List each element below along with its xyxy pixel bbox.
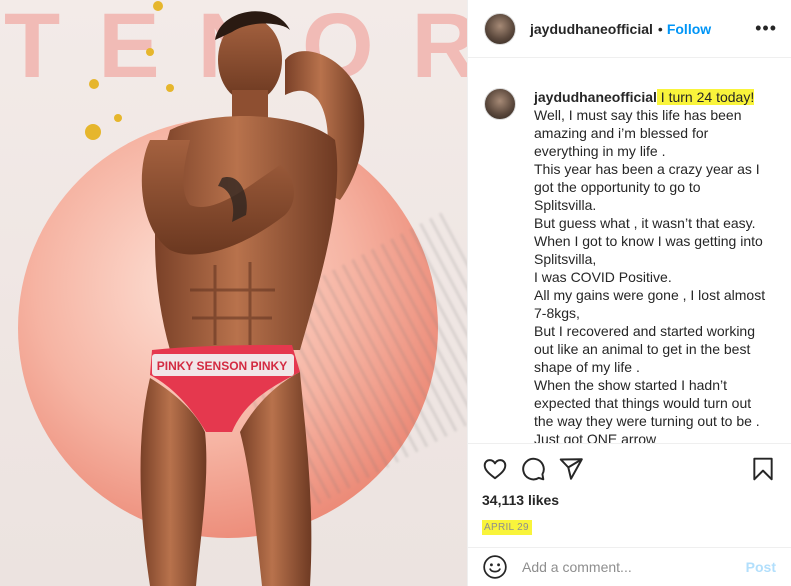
separator-dot: • [657,20,663,37]
follow-button[interactable]: Follow [667,21,711,37]
instagram-post: TENOR [0,0,791,586]
action-icons [482,456,776,482]
post-image[interactable]: TENOR [0,0,467,586]
caption-line: I was COVID Positive. [534,269,672,285]
caption-line: out like an animal to get in the best [534,341,751,357]
comment-icon[interactable] [520,456,546,482]
comment-input[interactable] [522,559,746,575]
caption-line: Splitsvilla, [534,251,597,267]
header-username[interactable]: jaydudhaneofficial [530,21,653,37]
caption-line: the way they were turning out to be . [534,413,760,429]
add-comment-bar: Post [468,547,791,586]
caption-line: got the opportunity to go to [534,179,701,195]
caption-username[interactable]: jaydudhaneofficial [534,89,657,105]
caption-line: everything in my life . [534,143,666,159]
model-illustration: PINKY SENSON PINKY [85,1,365,586]
heart-icon[interactable] [482,456,508,482]
waistband-text: PINKY SENSON PINKY [157,359,287,373]
caption-line: Just got ONE arrow [534,431,657,443]
emoji-icon[interactable] [482,554,508,580]
caption-line: This year has been a crazy year as I [534,161,760,177]
caption-line: expected that things would turn out [534,395,752,411]
caption-area: jaydudhaneofficial I turn 24 today! Well… [468,58,791,443]
caption-line: But guess what , it wasn’t that easy. [534,215,756,231]
post-comment-button[interactable]: Post [746,559,776,575]
avatar[interactable] [484,12,516,45]
post-date[interactable]: APRIL 29 [482,520,532,535]
post-sidebar: jaydudhaneofficial • Follow ••• jaydudha… [467,0,791,586]
caption-line: But I recovered and started working [534,323,756,339]
caption-line: Well, I must say this life has been [534,107,742,123]
likes-count[interactable]: 34,113 likes [482,492,776,508]
caption-line: shape of my life . [534,359,640,375]
caption-text: jaydudhaneofficial I turn 24 today! Well… [534,88,774,443]
caption-line: Splitsvilla. [534,197,597,213]
caption-line: 7-8kgs, [534,305,580,321]
caption-highlight: I turn 24 today! [656,89,755,105]
more-options-icon[interactable]: ••• [755,18,777,39]
caption-line: amazing and i’m blessed for [534,125,709,141]
caption-line: All my gains were gone , I lost almost [534,287,766,303]
post-header: jaydudhaneofficial • Follow ••• [468,0,791,58]
caption-line: When I got to know I was getting into [534,233,763,249]
caption-line: When the show started I hadn’t [534,377,727,393]
caption-avatar[interactable] [484,88,516,120]
bookmark-icon[interactable] [750,456,776,482]
post-actions: 34,113 likes APRIL 29 [468,443,791,541]
share-icon[interactable] [558,456,584,482]
